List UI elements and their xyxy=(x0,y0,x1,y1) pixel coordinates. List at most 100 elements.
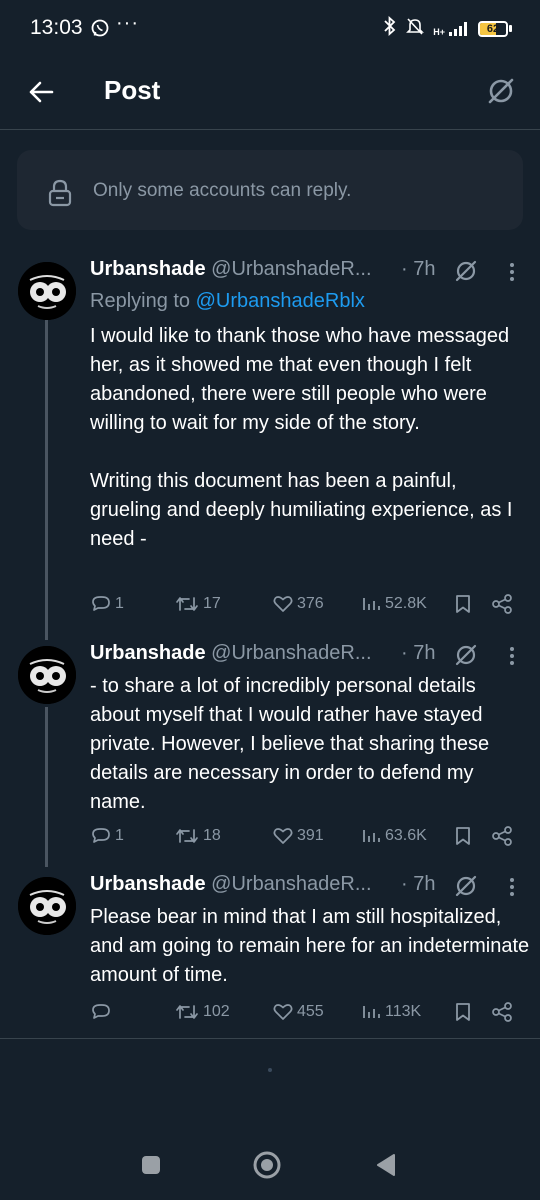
replying-mention[interactable]: @UrbanshadeRblx xyxy=(196,290,365,312)
reply-count: 1 xyxy=(115,595,124,612)
home-circle-icon xyxy=(253,1151,281,1179)
repost-icon xyxy=(176,1005,198,1019)
author-handle[interactable]: @UrbanshadeR... xyxy=(211,258,371,280)
home-button[interactable] xyxy=(252,1150,282,1185)
tweet-text: Please bear in mind that I am still hosp… xyxy=(90,906,535,986)
tweet-actions: 102 455 113K xyxy=(90,1001,520,1029)
tweet[interactable]: Urbanshade @UrbanshadeR... · 7h - to sha… xyxy=(0,642,540,852)
grok-icon[interactable] xyxy=(453,873,479,905)
share-button[interactable] xyxy=(490,1001,514,1023)
views-icon xyxy=(363,1006,380,1018)
views-button[interactable]: 63.6K xyxy=(360,825,427,847)
top-app-bar: Post xyxy=(0,60,540,128)
share-icon xyxy=(492,594,512,614)
grok-icon xyxy=(488,78,514,104)
tweet-text: I would like to thank those who have mes… xyxy=(90,325,513,550)
reply-count: 1 xyxy=(115,827,124,844)
reply-button[interactable]: 1 xyxy=(90,593,124,615)
heart-icon xyxy=(273,828,293,844)
bookmark-button[interactable] xyxy=(453,593,473,615)
grok-button[interactable] xyxy=(484,74,518,113)
status-time: 13:03 xyxy=(30,16,83,39)
heart-icon xyxy=(273,596,293,612)
tweet-time: · 7h xyxy=(401,642,436,664)
avatar[interactable] xyxy=(18,646,76,704)
more-dots-icon: ··· xyxy=(116,12,139,34)
bookmark-icon xyxy=(456,595,470,613)
tweet-header: Urbanshade @UrbanshadeR... · 7h xyxy=(90,873,520,901)
reply-icon xyxy=(92,828,110,843)
reply-restriction-banner: Only some accounts can reply. xyxy=(17,150,523,230)
like-button[interactable]: 455 xyxy=(272,1001,324,1023)
grok-icon[interactable] xyxy=(453,642,479,674)
more-vertical-icon[interactable] xyxy=(502,260,522,290)
like-button[interactable]: 376 xyxy=(272,593,324,615)
views-icon xyxy=(363,830,380,842)
system-nav-bar xyxy=(0,1130,540,1200)
tweet-time: · 7h xyxy=(401,873,436,895)
triangle-back-icon xyxy=(377,1154,395,1176)
grok-icon[interactable] xyxy=(453,258,479,290)
network-type: H+ xyxy=(433,26,445,37)
tweet-time: · 7h xyxy=(401,258,436,280)
views-button[interactable]: 52.8K xyxy=(360,593,427,615)
share-button[interactable] xyxy=(490,593,514,615)
back-nav-button[interactable] xyxy=(374,1152,398,1183)
avatar[interactable] xyxy=(18,877,76,935)
like-count: 376 xyxy=(297,595,324,612)
repost-button[interactable]: 102 xyxy=(174,1001,230,1023)
recent-apps-button[interactable] xyxy=(140,1154,162,1181)
author-name[interactable]: Urbanshade xyxy=(90,873,206,895)
avatar[interactable] xyxy=(18,262,76,320)
reply-icon xyxy=(92,596,110,611)
repost-count: 17 xyxy=(203,595,221,612)
bookmark-icon xyxy=(456,827,470,845)
reply-button[interactable]: 1 xyxy=(90,825,124,847)
repost-button[interactable]: 17 xyxy=(174,593,221,615)
square-icon xyxy=(142,1156,160,1174)
tweet-actions: 1 18 391 63.6K xyxy=(90,825,520,853)
author-handle[interactable]: @UrbanshadeR... xyxy=(211,642,371,664)
reply-icon xyxy=(92,1004,110,1019)
repost-icon xyxy=(176,829,198,843)
arrow-left-icon xyxy=(29,81,54,103)
repost-count: 18 xyxy=(203,827,221,844)
repost-icon xyxy=(176,597,198,611)
lock-icon xyxy=(47,178,73,213)
heart-icon xyxy=(273,1004,293,1020)
replying-prefix: Replying to xyxy=(90,290,196,312)
battery-icon: 62 xyxy=(478,20,512,37)
views-button[interactable]: 113K xyxy=(360,1001,421,1023)
page-title: Post xyxy=(104,75,161,105)
tweet[interactable]: Urbanshade @UrbanshadeR... · 7h Please b… xyxy=(0,873,540,1033)
tweet-header: Urbanshade @UrbanshadeR... · 7h xyxy=(90,258,520,286)
like-count: 455 xyxy=(297,1003,324,1020)
repost-button[interactable]: 18 xyxy=(174,825,221,847)
author-name[interactable]: Urbanshade xyxy=(90,642,206,664)
like-count: 391 xyxy=(297,827,324,844)
views-count: 52.8K xyxy=(385,595,427,612)
share-icon xyxy=(492,1002,512,1022)
views-icon xyxy=(363,598,380,610)
bookmark-button[interactable] xyxy=(453,1001,473,1023)
tweet[interactable]: Urbanshade @UrbanshadeR... · 7h Replying… xyxy=(0,258,540,628)
author-handle[interactable]: @UrbanshadeR... xyxy=(211,873,371,895)
author-name[interactable]: Urbanshade xyxy=(90,258,206,280)
views-count: 113K xyxy=(385,1003,422,1020)
more-vertical-icon[interactable] xyxy=(502,644,522,674)
reply-button[interactable] xyxy=(90,1001,115,1023)
mute-icon xyxy=(405,16,425,41)
back-button[interactable] xyxy=(26,76,58,108)
whatsapp-icon xyxy=(90,18,110,43)
share-button[interactable] xyxy=(490,825,514,847)
views-count: 63.6K xyxy=(385,827,427,844)
reply-restriction-text: Only some accounts can reply. xyxy=(93,180,352,201)
bookmark-button[interactable] xyxy=(453,825,473,847)
battery-level: 62 xyxy=(486,22,500,35)
like-button[interactable]: 391 xyxy=(272,825,324,847)
more-vertical-icon[interactable] xyxy=(502,875,522,905)
loading-indicator xyxy=(268,1068,272,1072)
bookmark-icon xyxy=(456,1003,470,1021)
signal-icon: H+ xyxy=(433,21,470,37)
tweet-text: - to share a lot of incredibly personal … xyxy=(90,675,495,813)
